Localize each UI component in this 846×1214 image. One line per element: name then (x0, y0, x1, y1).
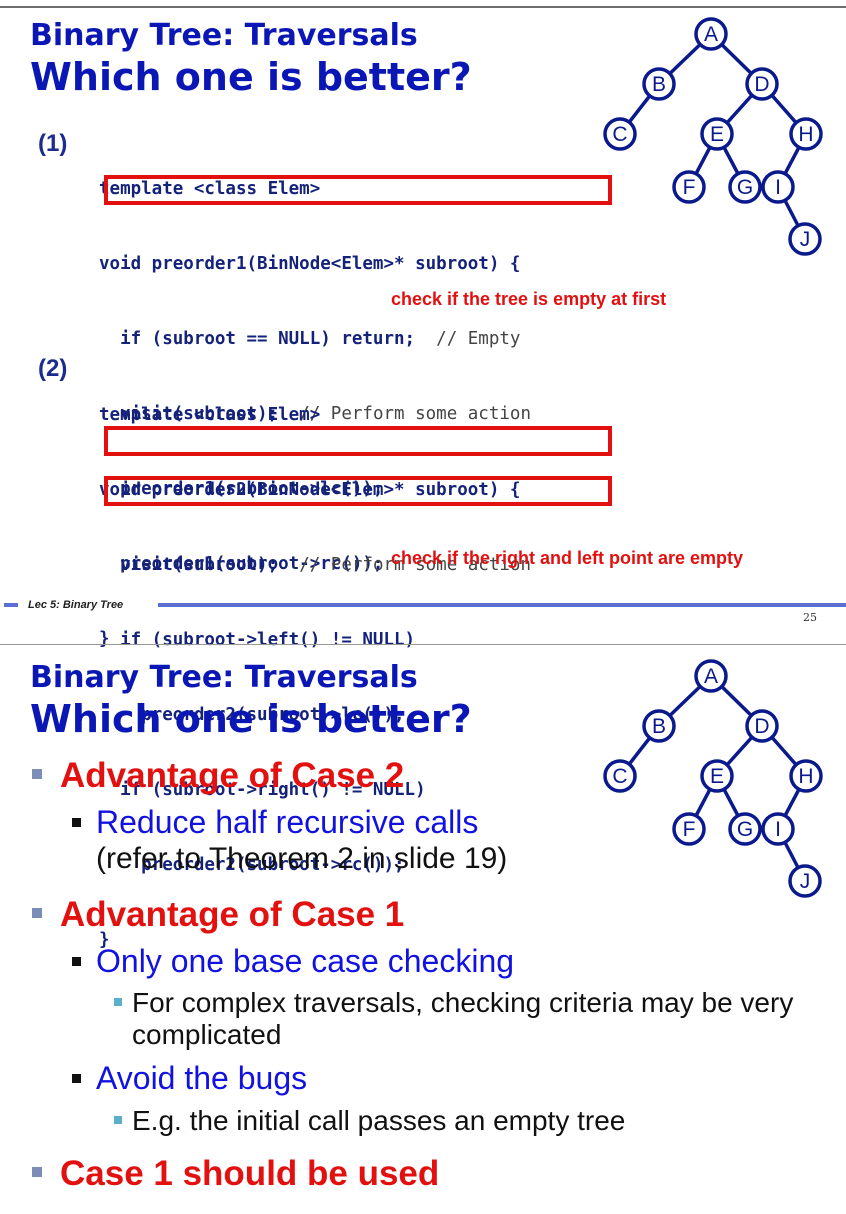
svg-text:I: I (775, 818, 781, 841)
slide2-title: Which one is better? (30, 697, 472, 741)
bullet-advantage-case2: Advantage of Case 2 (60, 756, 405, 795)
bullet-square-icon (114, 1116, 122, 1124)
bullet-conclusion: Case 1 should be used (60, 1154, 440, 1193)
bullet-square-icon (32, 769, 42, 779)
code-line: if (subroot == NULL) return; // Empty (99, 329, 521, 349)
highlight-box-right-check (104, 476, 612, 506)
slide-divider (0, 644, 846, 645)
svg-text:B: B (652, 715, 666, 738)
svg-text:G: G (737, 176, 753, 199)
bullet-advantage-case1: Advantage of Case 1 (60, 895, 405, 934)
svg-text:D: D (754, 73, 769, 96)
svg-text:D: D (754, 715, 769, 738)
svg-text:F: F (683, 818, 696, 841)
svg-text:H: H (798, 765, 813, 788)
bullet-complex-traversals: For complex traversals, checking criteri… (132, 987, 794, 1050)
bullet-one-base-case: Only one base case checking (96, 943, 515, 979)
slide2-tree-diagram: A B D C E H F G I J (603, 659, 823, 898)
slide2-subtitle: Binary Tree: Traversals (30, 660, 418, 695)
svg-text:I: I (775, 176, 781, 199)
slide1-subtitle: Binary Tree: Traversals (30, 18, 418, 53)
bullet-square-icon (72, 957, 81, 966)
code-line: template <class Elem> (99, 405, 321, 425)
case1-label: (1) (38, 130, 68, 157)
page-number: 25 (803, 611, 817, 624)
code-comment: // Empty (436, 329, 521, 349)
footer-text: Lec 5: Binary Tree (28, 599, 124, 611)
code-line: if (subroot->left() != NULL) (99, 630, 416, 650)
top-border (0, 6, 846, 8)
case2-label: (2) (38, 355, 68, 382)
svg-text:E: E (710, 123, 724, 146)
bullet-reduce-calls: Reduce half recursive calls (96, 804, 479, 840)
svg-text:G: G (737, 818, 753, 841)
svg-text:A: A (704, 665, 718, 688)
svg-text:A: A (704, 23, 718, 46)
code-line: void preorder1(BinNode<Elem>* subroot) { (99, 254, 521, 274)
bullet-theorem-ref: (refer to Theorem 2 in slide 19) (96, 842, 508, 875)
highlight-box-null-check (104, 175, 612, 205)
svg-text:C: C (612, 765, 627, 788)
bullet-square-icon (32, 1167, 42, 1177)
footer-bar-right (158, 603, 846, 607)
bullet-empty-tree-example: E.g. the initial call passes an empty tr… (132, 1105, 626, 1136)
bullet-square-icon (72, 1074, 81, 1083)
bullet-square-icon (114, 998, 122, 1006)
case2-annotation: check if the right and left point are em… (391, 548, 744, 568)
svg-text:B: B (652, 73, 666, 96)
svg-text:J: J (800, 870, 811, 893)
highlight-box-left-check (104, 426, 612, 456)
footer-bar-left (4, 603, 18, 607)
case1-annotation: check if the tree is empty at first (391, 289, 667, 309)
svg-text:E: E (710, 765, 724, 788)
bullet-square-icon (72, 818, 81, 827)
slide1-title: Which one is better? (30, 55, 472, 99)
bullet-avoid-bugs: Avoid the bugs (96, 1060, 308, 1096)
svg-text:C: C (612, 123, 627, 146)
svg-text:J: J (800, 228, 811, 251)
svg-text:H: H (798, 123, 813, 146)
slide1-tree-diagram: A B D C E H F G I J (603, 17, 823, 256)
bullet-square-icon (32, 908, 42, 918)
svg-text:F: F (683, 176, 696, 199)
